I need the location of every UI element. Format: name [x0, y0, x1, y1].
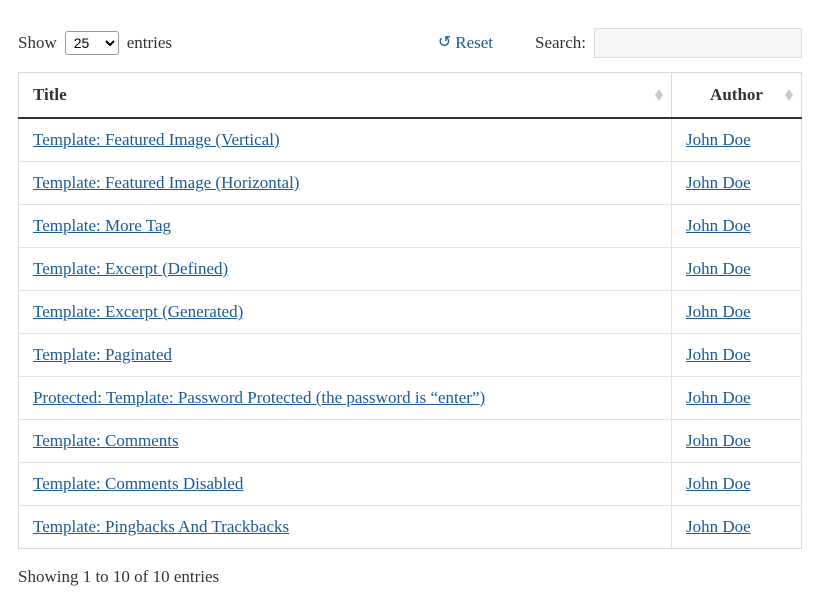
table-row: Template: Comments John Doe: [19, 420, 802, 463]
table-body: Template: Featured Image (Vertical) John …: [19, 118, 802, 549]
post-title-link[interactable]: Template: Comments: [33, 431, 179, 450]
cell-author: John Doe: [672, 506, 802, 549]
sort-icon: [785, 89, 793, 101]
table-row: Template: Excerpt (Defined) John Doe: [19, 248, 802, 291]
cell-author: John Doe: [672, 291, 802, 334]
table-row: Template: Comments Disabled John Doe: [19, 463, 802, 506]
post-title-link[interactable]: Template: More Tag: [33, 216, 171, 235]
post-title-link[interactable]: Template: Excerpt (Generated): [33, 302, 243, 321]
author-link[interactable]: John Doe: [686, 216, 751, 235]
author-link[interactable]: John Doe: [686, 431, 751, 450]
author-link[interactable]: John Doe: [686, 474, 751, 493]
cell-author: John Doe: [672, 248, 802, 291]
cell-title: Template: Featured Image (Vertical): [19, 118, 672, 162]
table-row: Template: Excerpt (Generated) John Doe: [19, 291, 802, 334]
cell-author: John Doe: [672, 162, 802, 205]
author-link[interactable]: John Doe: [686, 130, 751, 149]
table-row: Protected: Template: Password Protected …: [19, 377, 802, 420]
table-info: Showing 1 to 10 of 10 entries: [18, 567, 802, 587]
show-label: Show: [18, 33, 57, 53]
post-title-link[interactable]: Protected: Template: Password Protected …: [33, 388, 485, 407]
cell-title: Template: Paginated: [19, 334, 672, 377]
reset-button[interactable]: ↺ Reset: [438, 33, 493, 53]
post-title-link[interactable]: Template: Comments Disabled: [33, 474, 243, 493]
cell-title: Template: Featured Image (Horizontal): [19, 162, 672, 205]
posts-table: Title Author Template: Featured Image (V…: [18, 72, 802, 549]
table-row: Template: Paginated John Doe: [19, 334, 802, 377]
reset-label: Reset: [455, 33, 493, 53]
table-row: Template: Pingbacks And Trackbacks John D…: [19, 506, 802, 549]
cell-title: Template: More Tag: [19, 205, 672, 248]
author-link[interactable]: John Doe: [686, 302, 751, 321]
table-row: Template: Featured Image (Horizontal) Joh…: [19, 162, 802, 205]
cell-title: Template: Excerpt (Defined): [19, 248, 672, 291]
post-title-link[interactable]: Template: Featured Image (Vertical): [33, 130, 280, 149]
column-header-author[interactable]: Author: [672, 73, 802, 119]
search-control: Search:: [535, 28, 802, 58]
post-title-link[interactable]: Template: Paginated: [33, 345, 172, 364]
post-title-link[interactable]: Template: Pingbacks And Trackbacks: [33, 517, 289, 536]
cell-author: John Doe: [672, 205, 802, 248]
post-title-link[interactable]: Template: Excerpt (Defined): [33, 259, 228, 278]
reset-icon: ↺: [438, 35, 451, 51]
cell-title: Template: Excerpt (Generated): [19, 291, 672, 334]
author-link[interactable]: John Doe: [686, 517, 751, 536]
author-link[interactable]: John Doe: [686, 345, 751, 364]
sort-icon: [655, 89, 663, 101]
cell-author: John Doe: [672, 334, 802, 377]
table-row: Template: More Tag John Doe: [19, 205, 802, 248]
column-header-title[interactable]: Title: [19, 73, 672, 119]
table-toolbar: Show 102550100 entries ↺ Reset Search:: [18, 28, 802, 58]
cell-author: John Doe: [672, 118, 802, 162]
page-length-select[interactable]: 102550100: [65, 31, 119, 55]
search-label: Search:: [535, 33, 586, 53]
entries-label: entries: [127, 33, 172, 53]
search-input[interactable]: [594, 28, 802, 58]
author-link[interactable]: John Doe: [686, 259, 751, 278]
author-link[interactable]: John Doe: [686, 388, 751, 407]
cell-title: Protected: Template: Password Protected …: [19, 377, 672, 420]
cell-author: John Doe: [672, 420, 802, 463]
page-length-control: Show 102550100 entries: [18, 31, 172, 55]
cell-title: Template: Comments: [19, 420, 672, 463]
table-row: Template: Featured Image (Vertical) John …: [19, 118, 802, 162]
cell-title: Template: Comments Disabled: [19, 463, 672, 506]
author-link[interactable]: John Doe: [686, 173, 751, 192]
column-author-label: Author: [710, 85, 763, 104]
cell-author: John Doe: [672, 377, 802, 420]
cell-title: Template: Pingbacks And Trackbacks: [19, 506, 672, 549]
cell-author: John Doe: [672, 463, 802, 506]
column-title-label: Title: [33, 85, 67, 104]
post-title-link[interactable]: Template: Featured Image (Horizontal): [33, 173, 299, 192]
